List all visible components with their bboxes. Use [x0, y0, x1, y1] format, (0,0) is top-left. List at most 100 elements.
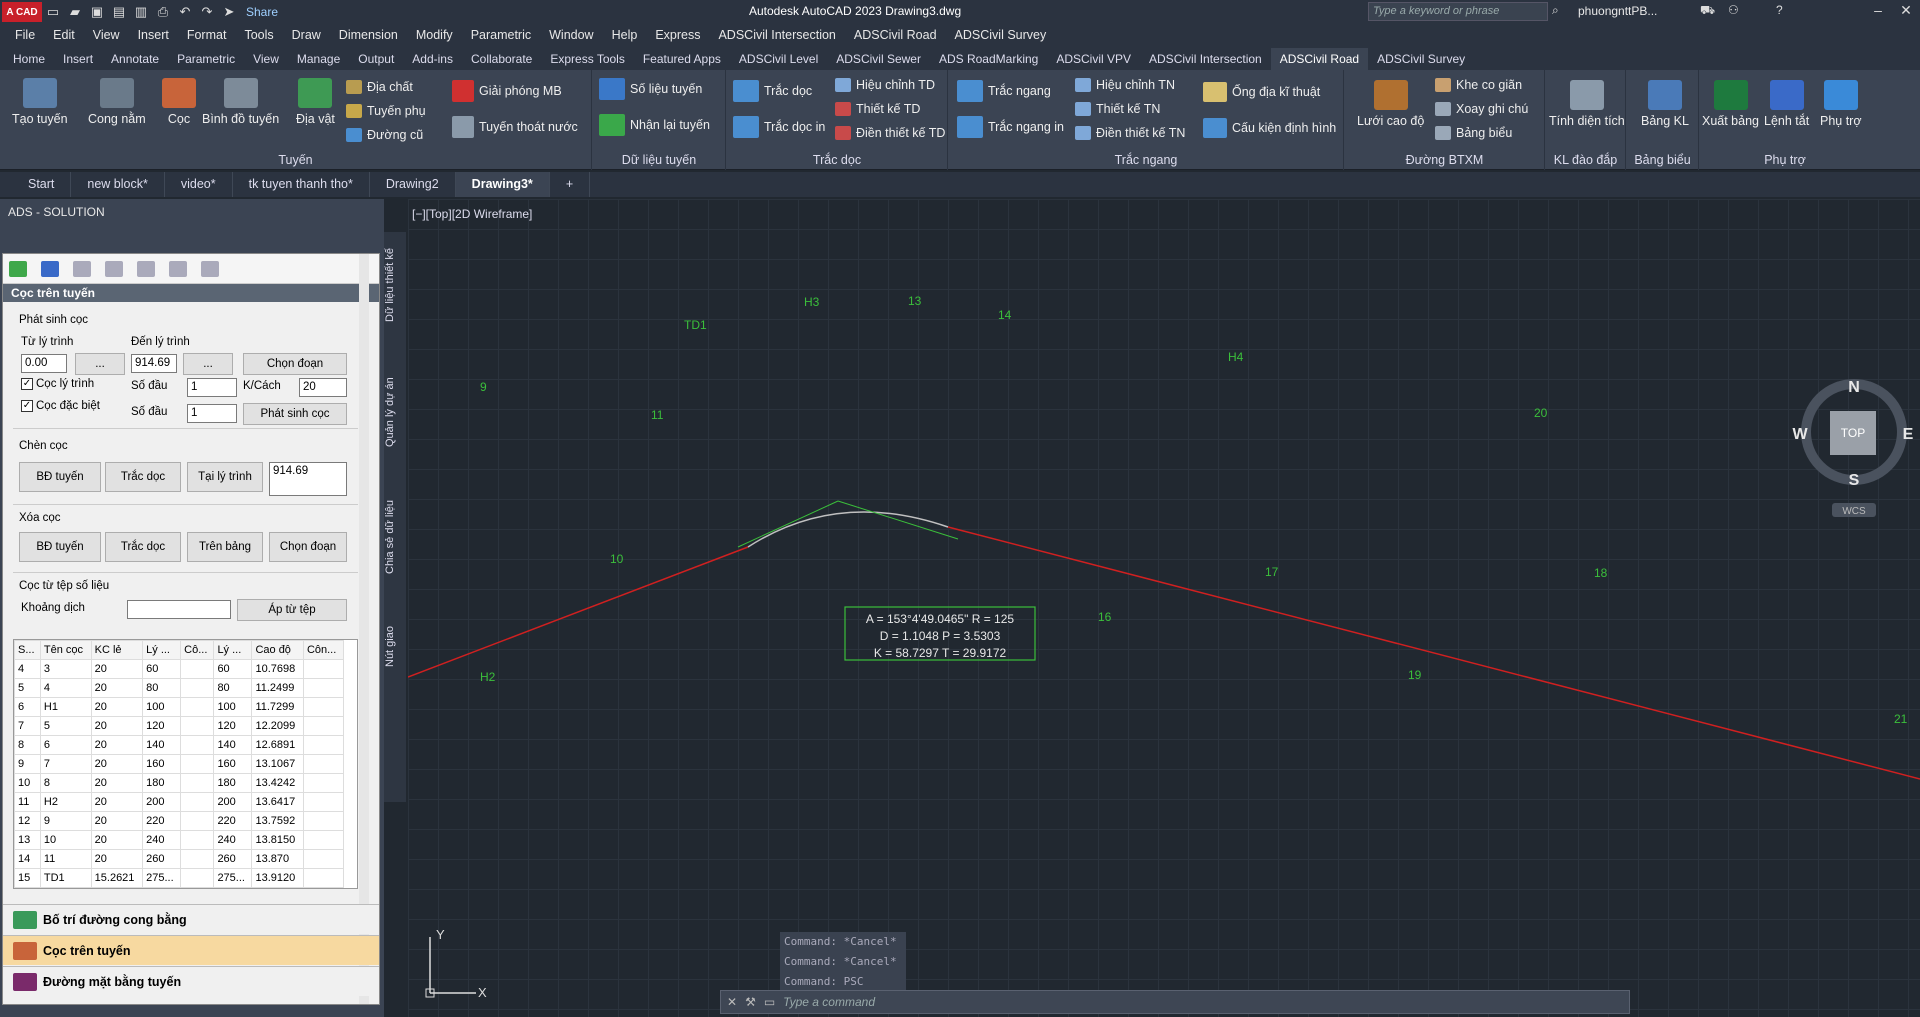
luoi-cao-do-button[interactable]: Lưới cao độ: [1357, 80, 1424, 128]
ribbon-tab[interactable]: ADSCivil Road: [1270, 48, 1369, 70]
table-row[interactable]: 5 4 20 80 80 11.2499: [14, 678, 345, 698]
plot-icon[interactable]: ⎙: [152, 2, 174, 22]
giai-phong-mb-button[interactable]: Giải phóng MB: [452, 80, 562, 102]
share-button[interactable]: Share: [246, 5, 278, 19]
close-icon[interactable]: ✕: [1892, 2, 1920, 22]
prompt-icon[interactable]: ▭: [764, 995, 775, 1009]
xoa-trac-doc-button[interactable]: Trắc dọc: [105, 532, 181, 562]
tao-tuyen-button[interactable]: Tạo tuyến: [12, 78, 68, 126]
chon-doan-button[interactable]: Chọn đoạn: [243, 353, 347, 375]
table-row[interactable]: 16124.737928028013.9250: [14, 887, 345, 888]
command-input[interactable]: Type a command: [783, 995, 875, 1009]
menu-item[interactable]: Modify: [416, 28, 453, 42]
menu-item[interactable]: File: [15, 28, 35, 42]
compass-east[interactable]: E: [1903, 426, 1914, 443]
table-row[interactable]: 8 6 20 140 140 12.6891: [14, 735, 345, 755]
ribbon-tab[interactable]: Express Tools: [541, 48, 633, 70]
thiet-ke-td-button[interactable]: Thiết kế TD: [835, 102, 920, 116]
dia-vat-button[interactable]: Địa vật: [296, 78, 335, 126]
tool-icon[interactable]: [105, 260, 123, 277]
table-row[interactable]: 13 10 20 240 240 13.8150: [14, 830, 345, 850]
so-lieu-tuyen-button[interactable]: Số liệu tuyến: [599, 78, 702, 100]
tool-icon[interactable]: [169, 260, 187, 277]
file-tab[interactable]: Drawing3*: [455, 172, 550, 197]
menu-item[interactable]: ADSCivil Road: [854, 28, 937, 42]
nhan-lai-tuyen-button[interactable]: Nhận lại tuyến: [599, 114, 710, 136]
bang-kl-button[interactable]: Bảng KL: [1641, 80, 1689, 128]
table-header-cell[interactable]: Tên cọc: [39, 640, 92, 660]
xoa-chon-doan-button[interactable]: Chọn đoạn: [269, 532, 347, 562]
ribbon-tab[interactable]: ADSCivil Sewer: [827, 48, 930, 70]
tuyen-thoat-nuoc-button[interactable]: Tuyến thoát nước: [452, 116, 578, 138]
menu-item[interactable]: Tools: [244, 28, 273, 42]
command-line[interactable]: ✕ ⚒ ▭ Type a command: [720, 990, 1630, 1014]
ribbon-tab[interactable]: ADSCivil Survey: [1368, 48, 1474, 70]
table-row[interactable]: 11 H2 20 200 200 13.6417: [14, 792, 345, 812]
file-tab[interactable]: Start: [12, 172, 72, 197]
bang-bieu-btxm-button[interactable]: Bảng biểu: [1435, 126, 1512, 140]
help-icon[interactable]: ?: [1776, 3, 1783, 17]
menu-item[interactable]: ADSCivil Survey: [955, 28, 1047, 42]
table-row[interactable]: 6 H1 20 100 100 11.7299: [14, 697, 345, 717]
file-tab[interactable]: tk tuyen thanh tho*: [233, 172, 370, 197]
ribbon-tab[interactable]: View: [244, 48, 288, 70]
menu-item[interactable]: Format: [187, 28, 227, 42]
ribbon-tab[interactable]: Featured Apps: [634, 48, 730, 70]
trac-doc-button[interactable]: Trắc dọc: [733, 80, 812, 102]
phu-tro-button[interactable]: Phụ trợ: [1820, 80, 1862, 128]
dien-thiet-ke-td-button[interactable]: Điền thiết kế TD: [835, 126, 945, 140]
share-icon[interactable]: ➤: [218, 2, 240, 22]
dien-thiet-ke-tn-button[interactable]: Điền thiết kế TN: [1075, 126, 1185, 140]
ribbon-tab[interactable]: ADSCivil Level: [730, 48, 827, 70]
den-ly-trinh-browse-button[interactable]: ...: [183, 353, 233, 375]
ong-dia-ki-thuat-button[interactable]: Ống địa kĩ thuật: [1203, 82, 1320, 102]
redo-icon[interactable]: ↷: [196, 2, 218, 22]
tuyen-phu-button[interactable]: Tuyến phụ: [346, 104, 426, 118]
ribbon-tab[interactable]: Collaborate: [462, 48, 541, 70]
ribbon-tab[interactable]: Add-ins: [403, 48, 462, 70]
xoay-ghi-chu-button[interactable]: Xoay ghi chú: [1435, 102, 1528, 116]
compass-north[interactable]: N: [1848, 379, 1860, 396]
drawing-viewport[interactable]: [−][Top][2D Wireframe] A = 153°4'49.0465…: [408, 199, 1920, 1017]
table-header-cell[interactable]: Lý ...: [142, 640, 182, 660]
menu-item[interactable]: Draw: [292, 28, 321, 42]
menu-item[interactable]: Dimension: [339, 28, 398, 42]
table-row[interactable]: 4 3 20 60 60 10.7698: [14, 659, 345, 679]
tinh-dien-tich-button[interactable]: Tính diện tích: [1549, 80, 1625, 128]
duong-cu-button[interactable]: Đường cũ: [346, 128, 423, 142]
chen-ly-trinh-input[interactable]: 914.69: [269, 462, 347, 496]
stake-table[interactable]: S... Tên cọc KC lẻ Lý ... Cô... Lý ... Cao độ C…: [13, 639, 358, 889]
menu-item[interactable]: Help: [612, 28, 638, 42]
ap-tu-tep-button[interactable]: Áp từ tệp: [237, 599, 347, 621]
khoang-dich-input[interactable]: [127, 600, 231, 619]
ribbon-tab[interactable]: Annotate: [102, 48, 168, 70]
chen-bd-tuyen-button[interactable]: BĐ tuyến: [19, 462, 101, 492]
menu-item[interactable]: ADSCivil Intersection: [718, 28, 835, 42]
cart-icon[interactable]: ⛟: [1700, 3, 1715, 19]
close-icon[interactable]: ✕: [727, 995, 737, 1009]
table-row[interactable]: 7 5 20 120 120 12.2099: [14, 716, 345, 736]
file-tab[interactable]: Drawing2: [370, 172, 456, 197]
ribbon-tab[interactable]: ADSCivil Intersection: [1140, 48, 1271, 70]
new-file-icon[interactable]: ▭: [42, 2, 64, 22]
phat-sinh-coc-button[interactable]: Phát sinh cọc: [243, 403, 347, 425]
table-row[interactable]: 10 8 20 180 180 13.4242: [14, 773, 345, 793]
chen-tai-ly-trinh-button[interactable]: Tại lý trình: [187, 462, 263, 492]
table-row[interactable]: 14 11 20 260 260 13.870: [14, 849, 345, 869]
publish-icon[interactable]: ▥: [130, 2, 152, 22]
cmd-duong-mat-bang[interactable]: Đường mặt bằng tuyến: [3, 966, 379, 996]
save-icon[interactable]: ▣: [86, 2, 108, 22]
table-header-cell[interactable]: S...: [14, 640, 41, 660]
trac-doc-in-button[interactable]: Trắc dọc in: [733, 116, 825, 138]
save-as-icon[interactable]: ▤: [108, 2, 130, 22]
add-tab-icon[interactable]: +: [550, 172, 591, 197]
wrench-icon[interactable]: ⚒: [745, 995, 756, 1009]
lenh-tat-button[interactable]: Lệnh tắt: [1764, 80, 1809, 128]
cmd-coc-tren-tuyen[interactable]: Cọc trên tuyến: [3, 935, 379, 965]
xoa-bd-tuyen-button[interactable]: BĐ tuyến: [19, 532, 101, 562]
tool-icon[interactable]: [137, 260, 155, 277]
menu-item[interactable]: Parametric: [471, 28, 531, 42]
coc-ly-trinh-checkbox[interactable]: ✓ Cọc lý trình: [21, 378, 94, 390]
connect-icon[interactable]: ⚇: [1728, 3, 1739, 17]
back-icon[interactable]: [9, 260, 27, 277]
